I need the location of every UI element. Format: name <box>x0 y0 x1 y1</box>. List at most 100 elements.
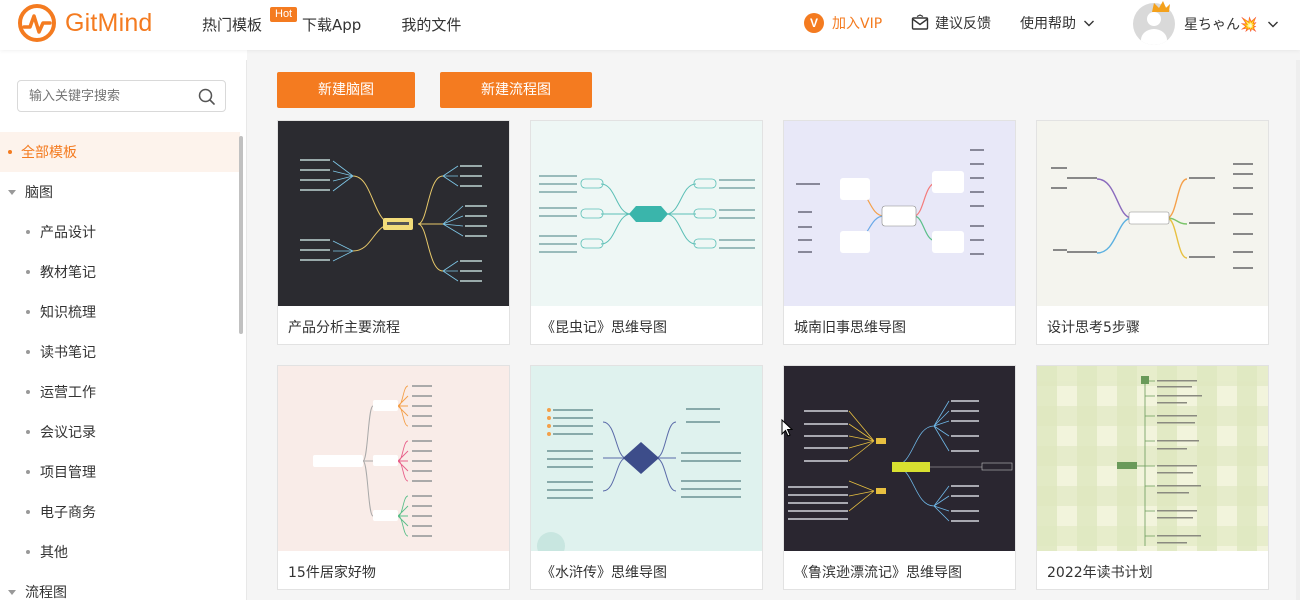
hot-badge: Hot <box>270 7 298 22</box>
category-label: 知识梳理 <box>40 305 96 321</box>
bullet-dot <box>26 390 30 394</box>
bullet-dot <box>26 270 30 274</box>
gitmind-logo-icon <box>18 4 56 42</box>
category-label: 产品设计 <box>40 225 96 241</box>
template-thumbnail <box>1037 121 1268 306</box>
username: 星ちゃん💥 <box>1184 17 1258 33</box>
mindmap-preview-pink <box>278 366 509 551</box>
bullet-dot <box>26 470 30 474</box>
new-mindmap-button[interactable]: 新建脑图 <box>277 72 415 108</box>
vip-icon: V <box>804 13 824 33</box>
template-thumbnail <box>278 121 509 306</box>
category-label: 会议记录 <box>40 425 96 441</box>
nav-my-files[interactable]: 我的文件 <box>401 0 461 50</box>
nav-hot-templates-label: 热门模板 <box>202 16 263 34</box>
template-title: 设计思考5步骤 <box>1047 320 1140 336</box>
mindmap-preview-plaid <box>1037 366 1268 551</box>
template-card[interactable]: 城南旧事思维导图 <box>783 120 1016 345</box>
category-product-design[interactable]: 产品设计 <box>0 212 240 252</box>
mouse-pointer-icon <box>781 419 793 437</box>
category-other[interactable]: 其他 <box>0 532 240 572</box>
bullet-dot <box>26 310 30 314</box>
category-label: 项目管理 <box>40 465 96 481</box>
join-vip-label: 加入VIP <box>832 16 883 32</box>
template-card[interactable]: 15件居家好物 <box>277 365 510 590</box>
template-thumbnail <box>531 121 762 306</box>
mindmap-preview-aqua <box>531 366 762 551</box>
category-all-templates[interactable]: 全部模板 <box>0 132 240 172</box>
template-title: 产品分析主要流程 <box>288 320 400 336</box>
mindmap-preview-dark2 <box>784 366 1015 551</box>
template-card[interactable]: 2022年读书计划 <box>1036 365 1269 590</box>
join-vip-button[interactable]: V 加入VIP <box>804 13 882 33</box>
category-project-management[interactable]: 项目管理 <box>0 452 240 492</box>
chevron-down-icon <box>1084 20 1094 27</box>
caret-down-icon <box>8 190 16 195</box>
template-thumbnail <box>278 366 509 551</box>
bullet-dot <box>26 510 30 514</box>
new-flowchart-button[interactable]: 新建流程图 <box>440 72 592 108</box>
category-label: 全部模板 <box>21 145 77 161</box>
template-thumbnail <box>1037 366 1268 551</box>
mindmap-preview-lavender <box>784 121 1015 306</box>
category-textbook-notes[interactable]: 教材笔记 <box>0 252 240 292</box>
nav-hot-templates[interactable]: 热门模板 Hot <box>202 0 298 50</box>
search-box <box>17 80 226 112</box>
category-label: 读书笔记 <box>40 345 96 361</box>
main-nav: 热门模板 Hot 下载App 我的文件 <box>202 0 501 50</box>
category-operations[interactable]: 运营工作 <box>0 372 240 412</box>
template-thumbnail <box>784 366 1015 551</box>
caret-down-icon <box>8 590 16 595</box>
main-content: 新建脑图 新建流程图 产品分析主要流程 《昆虫记》思维导图 城南旧事思维导图 设… <box>247 50 1300 600</box>
category-label: 脑图 <box>25 185 53 201</box>
nav-download-app[interactable]: 下载App <box>302 0 361 50</box>
feedback-label: 建议反馈 <box>935 16 991 32</box>
top-header: GitMind 热门模板 Hot 下载App 我的文件 V 加入VIP 建议反馈… <box>0 0 1300 50</box>
template-title: 15件居家好物 <box>288 565 376 581</box>
avatar-head-shape <box>1147 12 1161 26</box>
bullet-dot <box>26 550 30 554</box>
sidebar-scrollbar[interactable] <box>239 136 243 334</box>
bullet-dot <box>26 350 30 354</box>
logo-text: GitMind <box>65 8 153 37</box>
help-label: 使用帮助 <box>1020 16 1076 32</box>
category-reading-notes[interactable]: 读书笔记 <box>0 332 240 372</box>
category-mindmap[interactable]: 脑图 <box>0 172 240 212</box>
category-label: 电子商务 <box>40 505 96 521</box>
template-card[interactable]: 《鲁滨逊漂流记》思维导图 <box>783 365 1016 590</box>
template-card[interactable]: 《昆虫记》思维导图 <box>530 120 763 345</box>
category-knowledge[interactable]: 知识梳理 <box>0 292 240 332</box>
category-label: 其他 <box>40 545 68 561</box>
mindmap-preview-dark <box>278 121 509 306</box>
category-label: 流程图 <box>25 585 67 600</box>
mindmap-preview-mint <box>531 121 762 306</box>
template-thumbnail <box>784 121 1015 306</box>
mindmap-preview-cream <box>1037 121 1268 306</box>
category-ecommerce[interactable]: 电子商务 <box>0 492 240 532</box>
category-list: 全部模板 脑图 产品设计 教材笔记 知识梳理 读书笔记 运营工作 会议记录 项目… <box>0 132 240 600</box>
template-title: 《水浒传》思维导图 <box>541 565 667 581</box>
feedback-button[interactable]: 建议反馈 <box>911 13 991 33</box>
template-card[interactable]: 产品分析主要流程 <box>277 120 510 345</box>
help-menu[interactable]: 使用帮助 <box>1020 13 1095 33</box>
chevron-down-icon <box>1268 21 1279 28</box>
category-flowchart[interactable]: 流程图 <box>0 572 240 600</box>
bullet-dot <box>26 430 30 434</box>
template-title: 2022年读书计划 <box>1047 565 1153 581</box>
template-title: 《鲁滨逊漂流记》思维导图 <box>794 565 962 581</box>
feedback-mail-icon <box>911 14 929 30</box>
search-icon[interactable] <box>198 88 215 105</box>
page-scrollbar[interactable] <box>1296 60 1300 600</box>
gitmind-logo[interactable]: GitMind <box>17 3 153 43</box>
category-meeting-notes[interactable]: 会议记录 <box>0 412 240 452</box>
search-input[interactable] <box>18 81 188 111</box>
template-card[interactable]: 设计思考5步骤 <box>1036 120 1269 345</box>
template-card[interactable]: 《水浒传》思维导图 <box>530 365 763 590</box>
template-thumbnail <box>531 366 762 551</box>
template-sidebar: 全部模板 脑图 产品设计 教材笔记 知识梳理 读书笔记 运营工作 会议记录 <box>0 60 247 600</box>
vip-crown-icon <box>1152 1 1170 12</box>
avatar-body-shape <box>1141 29 1167 45</box>
bullet-dot <box>8 150 12 154</box>
template-title: 《昆虫记》思维导图 <box>541 320 667 336</box>
category-label: 教材笔记 <box>40 265 96 281</box>
